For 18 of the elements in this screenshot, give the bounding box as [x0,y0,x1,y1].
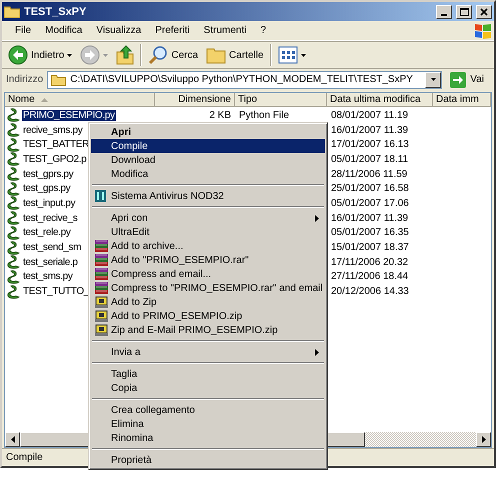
file-date: 05/01/2007 17.06 [331,198,409,209]
file-date: 17/11/2006 20.32 [331,256,408,268]
file-type: Python File [239,110,290,121]
file-date: 25/01/2007 16.58 [331,183,409,194]
file-date: 17/01/2007 16.13 [331,139,409,150]
file-date: 20/12/2006 14.33 [331,286,409,298]
file-date: 08/01/2007 11.19 [331,110,408,121]
window-title: TEST_SxPY [24,6,88,18]
file-date: 15/01/2007 18.37 [331,242,409,254]
file-date: 16/01/2007 11.39 [331,212,408,224]
file-date: 05/01/2007 18.11 [331,154,408,165]
file-date: 28/11/2006 11.59 [331,168,408,180]
status-text: Compile [6,452,43,463]
file-date: 05/01/2007 16.35 [331,227,409,238]
file-date: 27/11/2006 18.44 [331,271,408,282]
address-label: Indirizzo [6,74,44,85]
file-date: 16/01/2007 11.39 [331,124,408,136]
file-size: 2 KB [209,110,231,121]
